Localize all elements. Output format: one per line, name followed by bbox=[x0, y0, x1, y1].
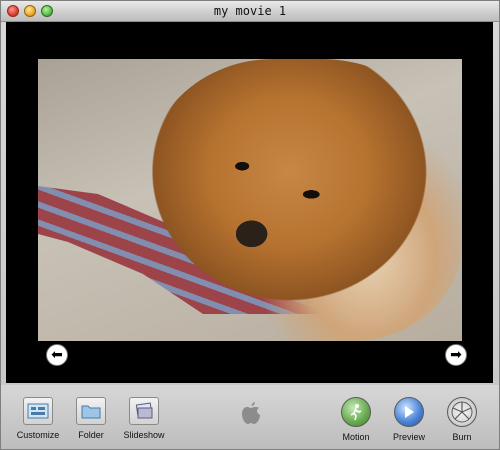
app-window: my movie 1 ⬅ ➡ Customize Folder Slidesho… bbox=[0, 0, 500, 450]
folder-icon bbox=[76, 397, 106, 425]
bottom-toolbar: Customize Folder Slideshow Motion Previe… bbox=[1, 385, 499, 449]
next-slide-button[interactable]: ➡ bbox=[445, 344, 467, 366]
right-arrow-icon: ➡ bbox=[450, 347, 462, 363]
preview-stage: ⬅ ➡ bbox=[6, 22, 493, 383]
slideshow-icon bbox=[129, 397, 159, 425]
title-bar[interactable]: my movie 1 bbox=[1, 1, 499, 22]
previous-slide-button[interactable]: ⬅ bbox=[46, 344, 68, 366]
play-icon bbox=[394, 397, 424, 427]
burn-icon bbox=[447, 397, 477, 427]
photo-preview bbox=[38, 59, 462, 341]
motion-icon bbox=[341, 397, 371, 427]
apple-logo-icon bbox=[239, 401, 263, 427]
slideshow-label: Slideshow bbox=[123, 430, 165, 440]
customize-icon bbox=[23, 397, 53, 425]
photo-dog-shape bbox=[148, 59, 462, 341]
left-arrow-icon: ⬅ bbox=[51, 347, 63, 363]
burn-button[interactable]: Burn bbox=[430, 397, 494, 442]
burn-label: Burn bbox=[452, 432, 472, 442]
window-title: my movie 1 bbox=[213, 4, 287, 18]
slideshow-button[interactable]: Slideshow bbox=[112, 397, 176, 440]
